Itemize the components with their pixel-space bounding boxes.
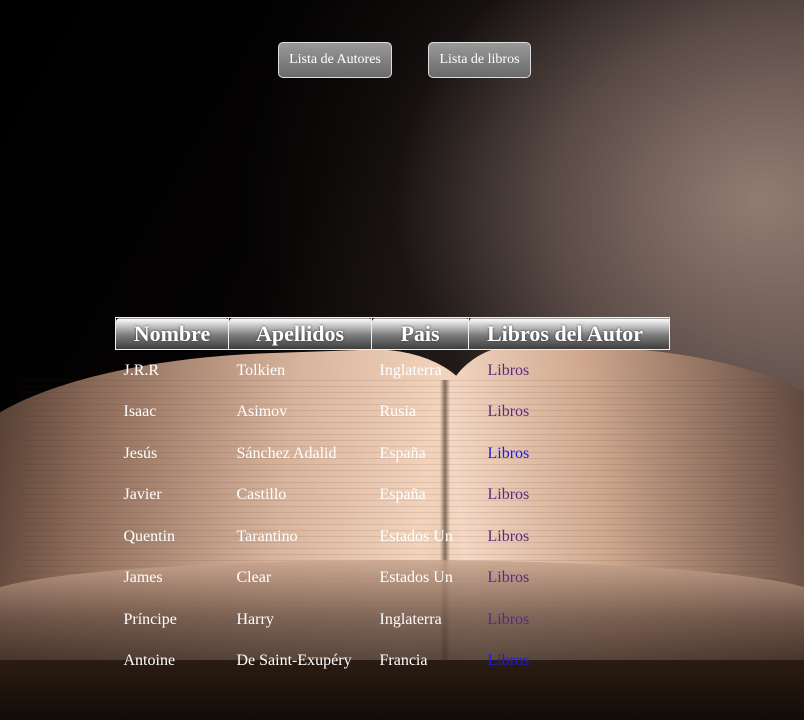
authors-list-button[interactable]: Lista de Autores bbox=[278, 42, 392, 78]
header-nombre: Nombre bbox=[115, 317, 229, 350]
author-books-link[interactable]: Libros bbox=[488, 528, 530, 545]
cell-libros: Libros bbox=[469, 391, 670, 433]
authors-table: Nombre Apellidos Pais Libros del Autor J… bbox=[115, 317, 670, 682]
cell-apellidos: De Saint-Exupéry bbox=[236, 652, 352, 669]
cell-libros: Libros bbox=[469, 350, 670, 392]
header-apellidos: Apellidos bbox=[228, 317, 372, 350]
cell-pais: España bbox=[379, 444, 426, 462]
cell-nombre: Príncipe bbox=[123, 610, 177, 628]
cell-libros: Libros bbox=[469, 599, 670, 641]
cell-apellidos: Tarantino bbox=[236, 527, 298, 545]
author-books-link[interactable]: Libros bbox=[488, 362, 530, 379]
cell-pais: Inglaterra bbox=[379, 362, 442, 379]
cell-libros: Libros bbox=[469, 474, 670, 516]
table-row: James Clear Estados Un Libros bbox=[116, 557, 670, 599]
table-row: Antoine De Saint-Exupéry Francia Libros bbox=[116, 640, 670, 682]
header-libros-del-autor: Libros del Autor bbox=[468, 317, 670, 350]
cell-libros: Libros bbox=[469, 640, 670, 682]
table-row: Príncipe Harry Inglaterra Libros bbox=[116, 599, 670, 641]
cell-pais: Inglaterra bbox=[379, 610, 442, 628]
table-row: Jesús Sánchez Adalid España Libros bbox=[116, 433, 670, 475]
cell-apellidos: Asimov bbox=[236, 403, 288, 420]
cell-nombre: James bbox=[123, 569, 163, 586]
table-row: Isaac Asimov Rusia Libros bbox=[116, 391, 670, 433]
cell-apellidos: Castillo bbox=[236, 486, 287, 503]
table-header-row: Nombre Apellidos Pais Libros del Autor bbox=[115, 317, 670, 350]
cell-apellidos: Sánchez Adalid bbox=[236, 444, 337, 462]
cell-libros: Libros bbox=[469, 433, 670, 475]
cell-nombre: Quentin bbox=[123, 527, 176, 545]
cell-nombre: Isaac bbox=[123, 403, 157, 420]
author-books-link[interactable]: Libros bbox=[488, 445, 530, 462]
cell-nombre: Antoine bbox=[123, 652, 176, 669]
cell-nombre: J.R.R bbox=[123, 362, 160, 379]
cell-pais: Estados Un bbox=[379, 569, 453, 586]
author-books-link[interactable]: Libros bbox=[488, 569, 530, 586]
cell-pais: Francia bbox=[379, 652, 428, 669]
cell-libros: Libros bbox=[469, 557, 670, 599]
author-books-link[interactable]: Libros bbox=[488, 652, 530, 669]
cell-apellidos: Clear bbox=[236, 569, 272, 586]
cell-apellidos: Tolkien bbox=[236, 362, 286, 379]
author-books-link[interactable]: Libros bbox=[488, 403, 530, 420]
author-books-link[interactable]: Libros bbox=[488, 611, 530, 628]
cell-pais: Rusia bbox=[379, 403, 416, 420]
cell-nombre: Javier bbox=[123, 486, 162, 503]
header-pais: Pais bbox=[371, 317, 469, 350]
cell-nombre: Jesús bbox=[123, 444, 158, 462]
cell-pais: Estados Un bbox=[379, 527, 453, 545]
table-row: J.R.R Tolkien Inglaterra Libros bbox=[116, 350, 670, 392]
cell-pais: España bbox=[379, 486, 426, 503]
table-row: Javier Castillo España Libros bbox=[116, 474, 670, 516]
author-books-link[interactable]: Libros bbox=[488, 486, 530, 503]
table-row: Quentin Tarantino Estados Un Libros bbox=[116, 516, 670, 558]
books-list-button[interactable]: Lista de libros bbox=[428, 42, 531, 78]
cell-apellidos: Harry bbox=[236, 610, 274, 628]
cell-libros: Libros bbox=[469, 516, 670, 558]
